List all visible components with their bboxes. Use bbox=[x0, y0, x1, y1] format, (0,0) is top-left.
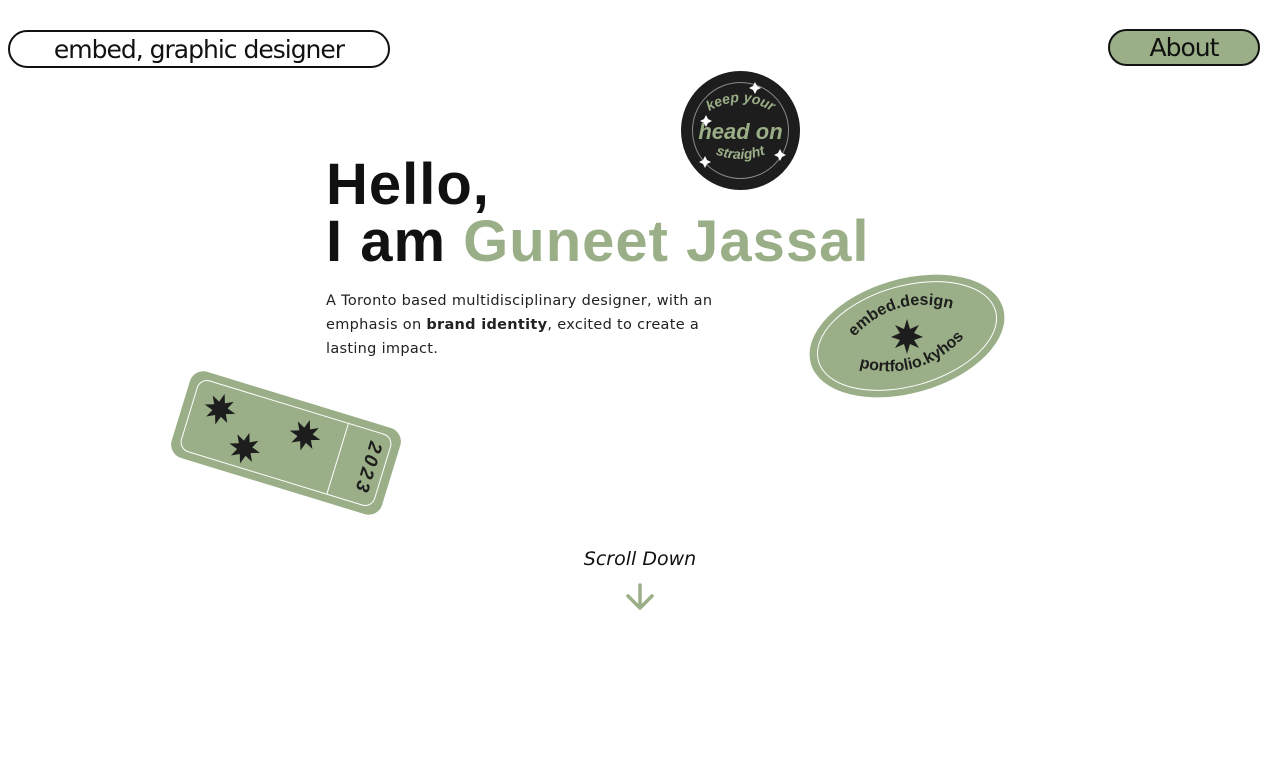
hero-heading: Hello, I am Guneet Jassal bbox=[326, 156, 869, 271]
embed-design-oval-sticker: embed.design portfolio.kyhos bbox=[806, 274, 1008, 398]
hero-line-1: Hello, bbox=[326, 152, 490, 217]
arrow-down-icon bbox=[626, 583, 654, 610]
scroll-down-label: Scroll Down bbox=[583, 548, 697, 570]
portfolio-page: embed, graphic designer About keep your … bbox=[0, 0, 1280, 768]
site-title-pill[interactable]: embed, graphic designer bbox=[8, 30, 390, 68]
about-button[interactable]: About bbox=[1108, 29, 1260, 66]
designer-name: Guneet Jassal bbox=[463, 209, 870, 274]
hero-title: Hello, I am Guneet Jassal bbox=[326, 156, 869, 271]
hero-line-2-prefix: I am bbox=[326, 209, 464, 274]
intro-paragraph: A Toronto based multidisciplinary design… bbox=[326, 289, 716, 361]
scroll-down-link[interactable]: Scroll Down bbox=[540, 548, 740, 612]
intro-emphasis: brand identity bbox=[426, 317, 548, 333]
round-sticker-text-mid: head on bbox=[698, 119, 782, 144]
2023-ticket-sticker: 2023 bbox=[166, 362, 406, 524]
